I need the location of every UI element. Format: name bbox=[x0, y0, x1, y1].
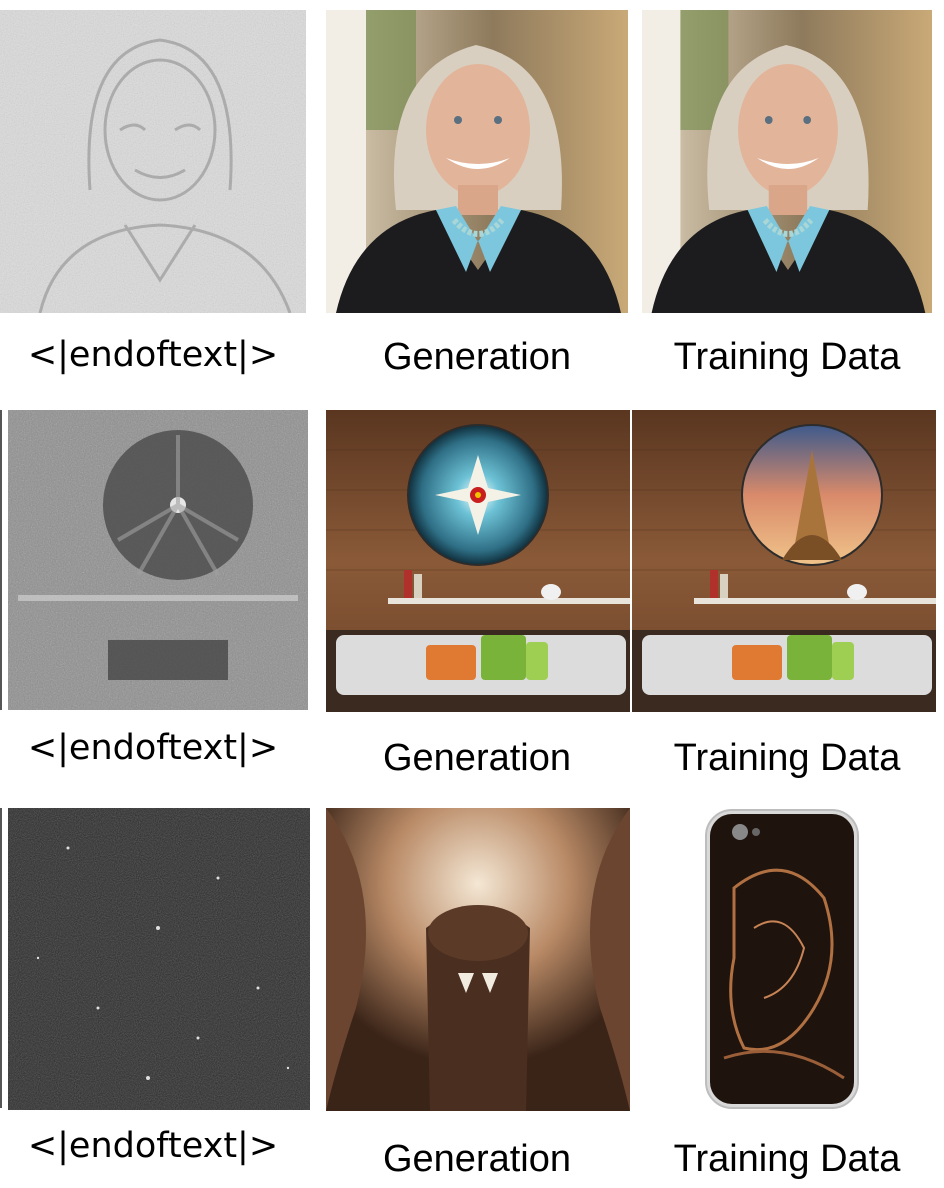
row1-prompt-noise-image bbox=[0, 10, 306, 313]
row3-generation-creature bbox=[326, 808, 630, 1111]
row2-prompt-noise-image bbox=[8, 410, 308, 710]
row2-training-living-room bbox=[632, 410, 936, 712]
row1-training-portrait bbox=[642, 10, 932, 313]
row3-training-phone-case bbox=[704, 808, 860, 1110]
row3-generation-label: Generation bbox=[382, 1138, 571, 1180]
row1-generation-portrait bbox=[326, 10, 628, 313]
row2-generation-label: Generation bbox=[382, 737, 571, 779]
row1-prompt-label: <|endoftext|> bbox=[27, 335, 279, 375]
row3-left-edge bbox=[0, 808, 2, 1108]
row1-generation-label: Generation bbox=[382, 336, 571, 378]
row2-left-edge bbox=[0, 410, 2, 710]
row2-prompt-label: <|endoftext|> bbox=[27, 728, 279, 768]
row3-prompt-label: <|endoftext|> bbox=[27, 1126, 279, 1166]
row2-generation-living-room bbox=[326, 410, 630, 712]
row3-training-label: Training Data bbox=[673, 1138, 901, 1180]
row1-training-label: Training Data bbox=[673, 336, 901, 378]
row2-training-label: Training Data bbox=[673, 737, 901, 779]
row3-prompt-noise-image bbox=[8, 808, 310, 1110]
